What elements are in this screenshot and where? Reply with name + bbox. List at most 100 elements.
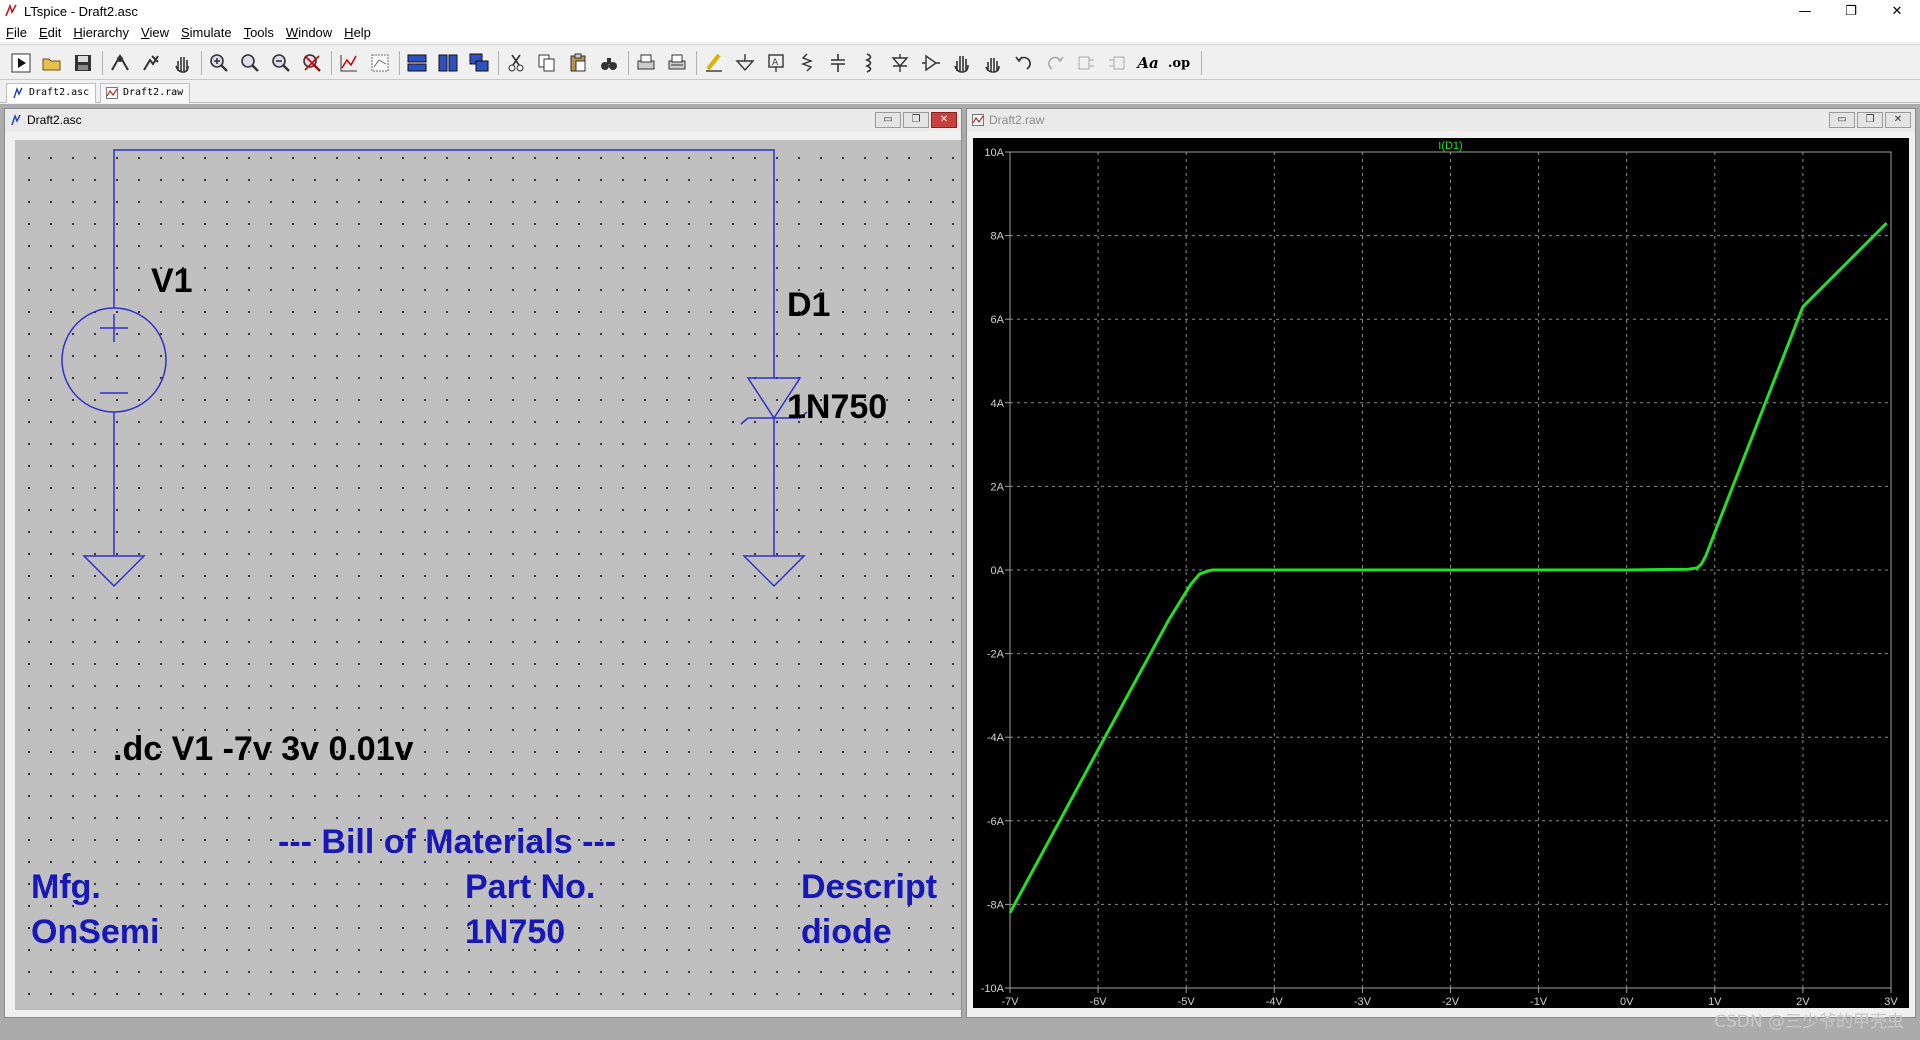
schematic-minimize-button[interactable]: ▭ bbox=[875, 112, 901, 128]
y-tick-label: -6A bbox=[987, 816, 1005, 828]
control-panel-button[interactable] bbox=[107, 50, 133, 76]
waveform-window-title: Draft2.raw bbox=[989, 113, 1045, 127]
text-icon: Aa bbox=[1137, 54, 1159, 72]
x-tick-label: -6V bbox=[1090, 996, 1108, 1008]
cascade-button[interactable] bbox=[466, 50, 492, 76]
spice-directive[interactable]: .dc V1 -7v 3v 0.01v bbox=[113, 730, 414, 769]
source-name-label[interactable]: V1 bbox=[151, 262, 193, 301]
menu-hierarchy[interactable]: Hierarchy bbox=[73, 25, 129, 40]
cut-button[interactable] bbox=[503, 50, 529, 76]
pan-button[interactable] bbox=[169, 50, 195, 76]
toolbar-separator bbox=[628, 51, 629, 75]
schematic-window-title: Draft2.asc bbox=[27, 113, 82, 127]
diode-button[interactable] bbox=[887, 50, 913, 76]
schematic-restore-button[interactable]: ❐ bbox=[903, 112, 929, 128]
minimize-button[interactable]: — bbox=[1782, 0, 1828, 22]
tile-vertical-icon bbox=[438, 54, 458, 72]
diode-name-label[interactable]: D1 bbox=[787, 286, 830, 325]
menu-file[interactable]: File bbox=[6, 25, 27, 40]
y-tick-label: -2A bbox=[987, 649, 1005, 661]
draw-wire-button[interactable] bbox=[701, 50, 727, 76]
y-tick-label: -8A bbox=[987, 899, 1005, 911]
waveform-plot[interactable]: 10A 8A 6A 4A 2A 0A -2A -4A -6A -8A -10A-7V -6V -5V -4… bbox=[973, 138, 1909, 1008]
plot-pane[interactable]: 10A 8A 6A 4A 2A 0A -2A -4A -6A -8A -10A -7V -6V -5V -4… bbox=[973, 138, 1909, 1008]
mirror-button[interactable] bbox=[1104, 50, 1130, 76]
waveform-window-titlebar[interactable]: Draft2.raw ▭ ❐ ✕ bbox=[967, 109, 1915, 131]
tab-draft2-raw[interactable]: Draft2.raw bbox=[100, 83, 191, 103]
print-button[interactable] bbox=[633, 50, 659, 76]
delete-traces-button[interactable] bbox=[367, 50, 393, 76]
tab-draft2-asc[interactable]: Draft2.asc bbox=[6, 83, 97, 103]
bom-header-mfg: Mfg. bbox=[31, 868, 101, 906]
close-button[interactable]: ✕ bbox=[1874, 0, 1920, 22]
redo-icon bbox=[1048, 56, 1064, 70]
zoom-in-button[interactable] bbox=[206, 50, 232, 76]
schematic-canvas[interactable]: V1 D1 1N750 .dc V1 -7v 3v 0.01v --- Bill… bbox=[15, 140, 961, 1010]
resistor-icon bbox=[801, 53, 813, 72]
text-button[interactable]: Aa bbox=[1135, 50, 1161, 76]
waveform-minimize-button[interactable]: ▭ bbox=[1829, 112, 1855, 128]
zoom-out-button[interactable] bbox=[268, 50, 294, 76]
menu-view[interactable]: View bbox=[141, 25, 169, 40]
y-tick-label: 2A bbox=[991, 481, 1005, 493]
label-net-button[interactable]: A bbox=[763, 50, 789, 76]
ground-symbol-left bbox=[82, 555, 146, 588]
menu-simulate[interactable]: Simulate bbox=[181, 25, 232, 40]
drag-button[interactable] bbox=[980, 50, 1006, 76]
autorange-button[interactable] bbox=[336, 50, 362, 76]
waveform-restore-button[interactable]: ❐ bbox=[1857, 112, 1883, 128]
spice-directive-button[interactable]: .op bbox=[1166, 50, 1192, 76]
capacitor-button[interactable] bbox=[825, 50, 851, 76]
rotate-button[interactable] bbox=[1073, 50, 1099, 76]
zoom-cancel-button[interactable] bbox=[299, 50, 325, 76]
run-button[interactable] bbox=[8, 50, 34, 76]
schematic-window-titlebar[interactable]: Draft2.asc ▭ ❐ ✕ bbox=[5, 109, 961, 131]
schematic-window[interactable]: Draft2.asc ▭ ❐ ✕ V1 D1 1N750 .dc V1 -7v … bbox=[4, 108, 962, 1018]
capacitor-icon bbox=[831, 54, 845, 72]
zoom-out-icon bbox=[272, 54, 290, 72]
move-button[interactable] bbox=[949, 50, 975, 76]
x-tick-label: -2V bbox=[1442, 996, 1460, 1008]
print-preview-button[interactable] bbox=[664, 50, 690, 76]
x-tick-label: -3V bbox=[1354, 996, 1372, 1008]
toolbar-separator bbox=[102, 51, 103, 75]
schematic-close-button[interactable]: ✕ bbox=[931, 112, 957, 128]
paste-button[interactable] bbox=[565, 50, 591, 76]
menu-help[interactable]: Help bbox=[344, 25, 371, 40]
zoom-cancel-icon bbox=[303, 54, 321, 72]
tile-vertical-button[interactable] bbox=[435, 50, 461, 76]
diode-value-label[interactable]: 1N750 bbox=[787, 388, 887, 427]
print-icon bbox=[637, 54, 655, 70]
zoom-in-icon bbox=[210, 54, 228, 72]
tab-label: Draft2.asc bbox=[29, 87, 90, 98]
undo-button[interactable] bbox=[1011, 50, 1037, 76]
open-button[interactable] bbox=[39, 50, 65, 76]
menu-edit[interactable]: Edit bbox=[39, 25, 61, 40]
toolbar: A Aa .op bbox=[0, 44, 1920, 80]
ground-symbol-right bbox=[742, 555, 806, 588]
ground-button[interactable] bbox=[732, 50, 758, 76]
component-button[interactable] bbox=[918, 50, 944, 76]
tile-horizontal-button[interactable] bbox=[404, 50, 430, 76]
find-button[interactable] bbox=[596, 50, 622, 76]
toolbar-separator bbox=[331, 51, 332, 75]
maximize-button[interactable]: ❐ bbox=[1828, 0, 1874, 22]
waveform-close-button[interactable]: ✕ bbox=[1885, 112, 1911, 128]
halt-icon bbox=[143, 55, 159, 71]
menu-window[interactable]: Window bbox=[286, 25, 332, 40]
resistor-button[interactable] bbox=[794, 50, 820, 76]
menu-tools[interactable]: Tools bbox=[244, 25, 274, 40]
zoom-full-button[interactable] bbox=[237, 50, 263, 76]
toolbar-separator bbox=[399, 51, 400, 75]
halt-button[interactable] bbox=[138, 50, 164, 76]
inductor-button[interactable] bbox=[856, 50, 882, 76]
mdi-workspace: Draft2.asc ▭ ❐ ✕ V1 D1 1N750 .dc V1 -7v … bbox=[0, 104, 1920, 1040]
save-button[interactable] bbox=[70, 50, 96, 76]
waveform-icon bbox=[106, 87, 118, 99]
waveform-window[interactable]: Draft2.raw ▭ ❐ ✕ 10A 8A 6A 4A 2A 0A -2A -4A -6A -… bbox=[966, 108, 1916, 1018]
copy-icon bbox=[538, 54, 555, 72]
redo-button[interactable] bbox=[1042, 50, 1068, 76]
trace-line bbox=[1008, 222, 1888, 914]
draw-wire-icon bbox=[706, 53, 722, 72]
copy-button[interactable] bbox=[534, 50, 560, 76]
